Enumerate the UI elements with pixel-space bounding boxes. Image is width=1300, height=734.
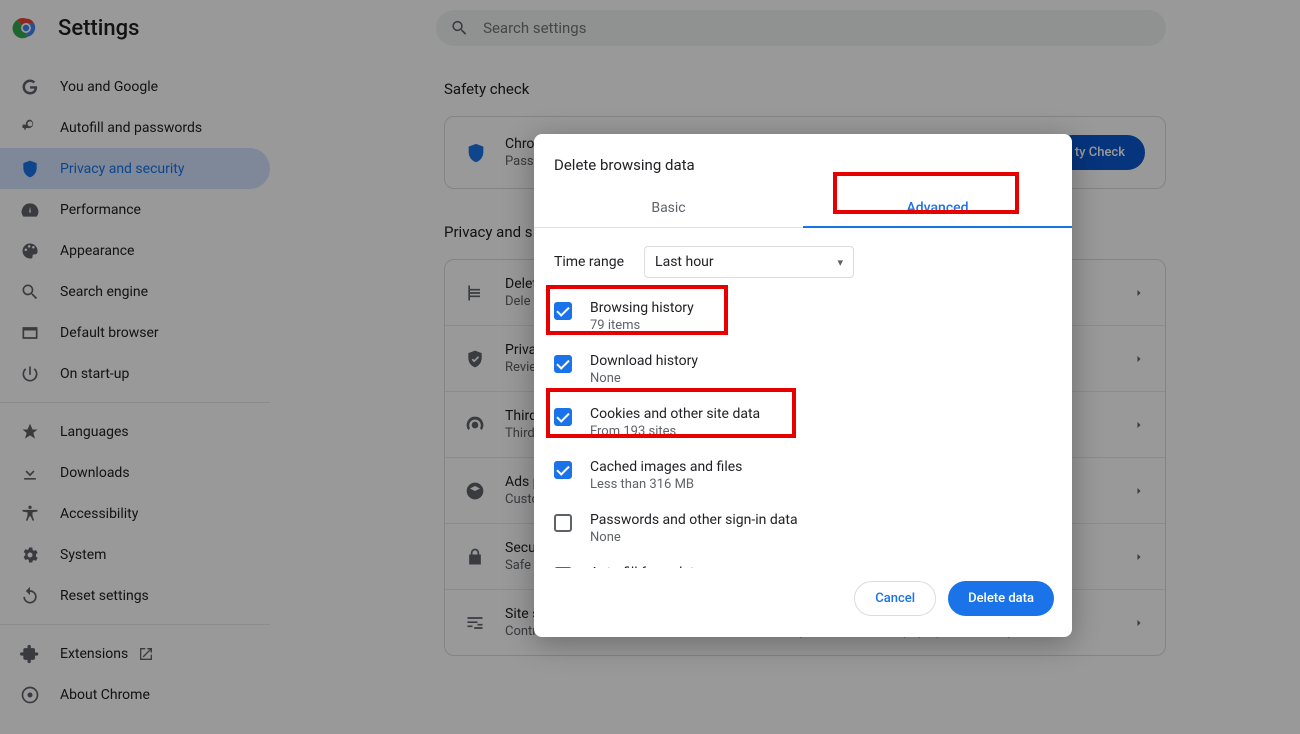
- time-range-label: Time range: [554, 254, 624, 270]
- clear-option-row[interactable]: Auto-fill form data: [534, 555, 1072, 568]
- delete-browsing-data-dialog: Delete browsing data Basic Advanced Time…: [534, 134, 1072, 637]
- option-subtitle: From 193 sites: [590, 424, 760, 439]
- time-range-select[interactable]: Last hour ▾: [644, 246, 854, 278]
- clear-option-row[interactable]: Cached images and files Less than 316 MB: [534, 449, 1072, 502]
- option-subtitle: None: [590, 371, 698, 386]
- option-title: Passwords and other sign-in data: [590, 512, 798, 528]
- clear-option-row[interactable]: Browsing history 79 items: [534, 290, 1072, 343]
- checkbox[interactable]: [554, 355, 572, 373]
- tab-advanced[interactable]: Advanced: [803, 188, 1072, 227]
- dialog-scroll-area[interactable]: Time range Last hour ▾ Browsing history 7…: [534, 228, 1072, 568]
- clear-option-row[interactable]: Cookies and other site data From 193 site…: [534, 396, 1072, 449]
- cancel-button[interactable]: Cancel: [854, 581, 936, 616]
- dialog-title: Delete browsing data: [534, 134, 1072, 188]
- checkbox[interactable]: [554, 567, 572, 568]
- clear-option-row[interactable]: Download history None: [534, 343, 1072, 396]
- tab-basic[interactable]: Basic: [534, 188, 803, 227]
- checkbox[interactable]: [554, 408, 572, 426]
- checkbox[interactable]: [554, 302, 572, 320]
- option-subtitle: None: [590, 530, 798, 545]
- option-title: Download history: [590, 353, 698, 369]
- checkbox[interactable]: [554, 514, 572, 532]
- option-subtitle: 79 items: [590, 318, 694, 333]
- checkbox[interactable]: [554, 461, 572, 479]
- time-range-value: Last hour: [655, 254, 714, 270]
- delete-data-button[interactable]: Delete data: [948, 581, 1054, 616]
- option-title: Browsing history: [590, 300, 694, 316]
- chevron-down-icon: ▾: [838, 256, 844, 269]
- option-title: Cookies and other site data: [590, 406, 760, 422]
- option-title: Cached images and files: [590, 459, 742, 475]
- clear-option-row[interactable]: Passwords and other sign-in data None: [534, 502, 1072, 555]
- option-subtitle: Less than 316 MB: [590, 477, 742, 492]
- option-title: Auto-fill form data: [590, 565, 702, 568]
